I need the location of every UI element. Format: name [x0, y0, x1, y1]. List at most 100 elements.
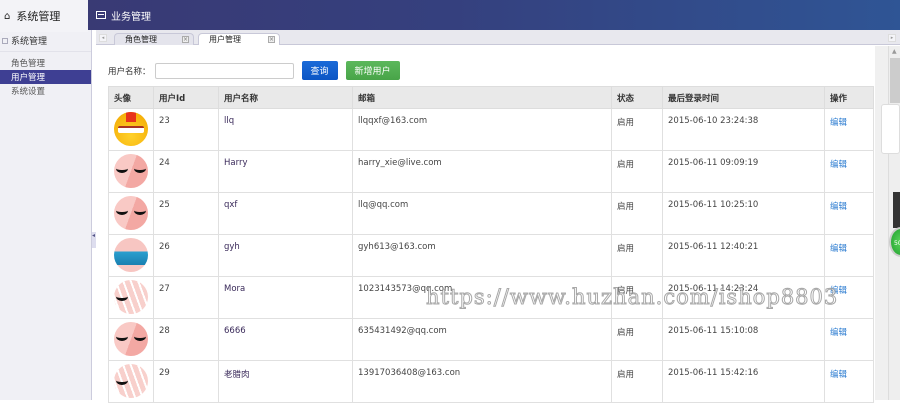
meter-widget — [893, 192, 900, 228]
edit-link[interactable]: 编辑 — [830, 160, 847, 170]
floating-widget[interactable] — [881, 104, 900, 154]
user-id: 29 — [153, 360, 219, 403]
user-name-text: Mora — [224, 284, 246, 294]
table-row: 25 qxf llq@qq.com 启用 2015-06-11 10:25:10 编辑 — [108, 192, 874, 235]
avatar-cell — [108, 150, 154, 193]
user-status: 启用 — [611, 318, 663, 361]
close-icon[interactable]: × — [268, 36, 275, 43]
user-name: qxf — [218, 192, 353, 235]
brand-title: 系统管理 — [16, 10, 61, 23]
user-status: 启用 — [611, 360, 663, 403]
last-login: 2015-06-11 15:10:08 — [662, 318, 825, 361]
user-id: 23 — [153, 108, 219, 151]
avatar — [114, 322, 148, 356]
query-button[interactable]: 查询 — [301, 61, 338, 80]
collapse-icon — [2, 37, 8, 44]
tab-label: 用户管理 — [209, 35, 241, 44]
user-name: llq — [218, 108, 353, 151]
user-id: 28 — [153, 318, 219, 361]
user-status: 启用 — [611, 150, 663, 193]
user-name-text: gyh — [224, 242, 240, 252]
col-status: 状态 — [611, 86, 663, 109]
edit-link[interactable]: 编辑 — [830, 328, 847, 338]
action-cell: 编辑 — [824, 192, 874, 235]
action-cell: 编辑 — [824, 360, 874, 403]
edit-link[interactable]: 编辑 — [830, 370, 847, 380]
watermark: https://www.huzhan.com/ishop8803 — [425, 285, 839, 310]
avatar — [114, 112, 148, 146]
avatar-cell — [108, 192, 154, 235]
sidebar-item-roles[interactable]: 角色管理 — [0, 56, 91, 70]
avatar-cell — [108, 108, 154, 151]
user-name: Harry — [218, 150, 353, 193]
tab-users[interactable]: 用户管理 × — [198, 33, 280, 45]
table-row: 26 gyh gyh613@163.com 启用 2015-06-11 12:40:21… — [108, 234, 874, 277]
tab-scroll-left[interactable]: ◂ — [99, 34, 107, 42]
user-id: 26 — [153, 234, 219, 277]
user-name-text: 老腊肉 — [224, 370, 250, 380]
action-cell: 编辑 — [824, 234, 874, 277]
table-row: 28 6666 635431492@qq.com 启用 2015-06-11 15:10… — [108, 318, 874, 361]
add-user-button[interactable]: 新增用户 — [345, 61, 400, 80]
avatar — [114, 238, 148, 272]
last-login: 2015-06-10 23:24:38 — [662, 108, 825, 151]
avatar-cell — [108, 276, 154, 319]
main-content: 用户名称： 查询 新增用户 头像 用户Id 用户名称 邮箱 状态 最后登录时间 … — [96, 46, 888, 403]
tab-label: 角色管理 — [125, 35, 157, 44]
avatar — [114, 154, 148, 188]
edit-link[interactable]: 编辑 — [830, 202, 847, 212]
right-gutter — [875, 46, 888, 400]
list-icon — [96, 11, 106, 19]
edit-link[interactable]: 编辑 — [830, 244, 847, 254]
user-name-text: llq — [224, 116, 235, 126]
user-name: 6666 — [218, 318, 353, 361]
search-form: 用户名称： 查询 新增用户 — [108, 61, 400, 80]
user-status: 启用 — [611, 234, 663, 277]
user-email: 13917036408@163.con — [352, 360, 612, 403]
col-last-login: 最后登录时间 — [662, 86, 825, 109]
sidebar-item-users[interactable]: 用户管理 — [0, 70, 91, 84]
sidebar-item-settings[interactable]: 系统设置 — [0, 84, 91, 98]
avatar — [114, 196, 148, 230]
tab-scroll-right[interactable]: ▸ — [888, 34, 896, 42]
col-id: 用户Id — [153, 86, 219, 109]
col-avatar: 头像 — [108, 86, 154, 109]
user-email: llq@qq.com — [352, 192, 612, 235]
action-cell: 编辑 — [824, 108, 874, 151]
user-email: llqqxf@163.com — [352, 108, 612, 151]
avatar-cell — [108, 360, 154, 403]
tab-bar: ◂ 角色管理 × 用户管理 × ▸ — [96, 30, 900, 45]
tab-roles[interactable]: 角色管理 × — [114, 33, 194, 45]
last-login: 2015-06-11 12:40:21 — [662, 234, 825, 277]
last-login: 2015-06-11 09:09:19 — [662, 150, 825, 193]
table-row: 24 Harry harry_xie@live.com 启用 2015-06-11 09… — [108, 150, 874, 193]
user-table: 头像 用户Id 用户名称 邮箱 状态 最后登录时间 操作 23 llq llqqxf… — [108, 86, 874, 403]
sidebar-group-label: 系统管理 — [11, 37, 48, 47]
close-icon[interactable]: × — [182, 36, 189, 43]
user-status: 启用 — [611, 108, 663, 151]
speed-badge-label: 50 — [894, 240, 900, 247]
sidebar: 系统管理 角色管理 用户管理 系统设置 — [0, 30, 92, 400]
edit-link[interactable]: 编辑 — [830, 118, 847, 128]
last-login: 2015-06-11 15:42:16 — [662, 360, 825, 403]
scroll-up-icon[interactable]: ▲ — [892, 48, 897, 55]
col-email: 邮箱 — [352, 86, 612, 109]
user-email: harry_xie@live.com — [352, 150, 612, 193]
user-name-text: 6666 — [224, 326, 246, 336]
user-email: 635431492@qq.com — [352, 318, 612, 361]
col-name: 用户名称 — [218, 86, 353, 109]
user-status: 启用 — [611, 192, 663, 235]
table-row: 29 老腊肉 13917036408@163.con 启用 2015-06-11 15:… — [108, 360, 874, 403]
module-tab-business[interactable]: 业务管理 — [96, 0, 151, 30]
sidebar-group[interactable]: 系统管理 — [0, 30, 91, 52]
table-row: 23 llq llqqxf@163.com 启用 2015-06-10 23:24:38… — [108, 108, 874, 151]
scroll-thumb[interactable] — [890, 58, 900, 103]
username-input[interactable] — [154, 62, 294, 79]
col-action: 操作 — [824, 86, 874, 109]
avatar-cell — [108, 318, 154, 361]
avatar — [114, 364, 148, 398]
user-id: 25 — [153, 192, 219, 235]
brand[interactable]: ⌂ 系统管理 — [0, 0, 88, 32]
user-name: gyh — [218, 234, 353, 277]
user-id: 24 — [153, 150, 219, 193]
